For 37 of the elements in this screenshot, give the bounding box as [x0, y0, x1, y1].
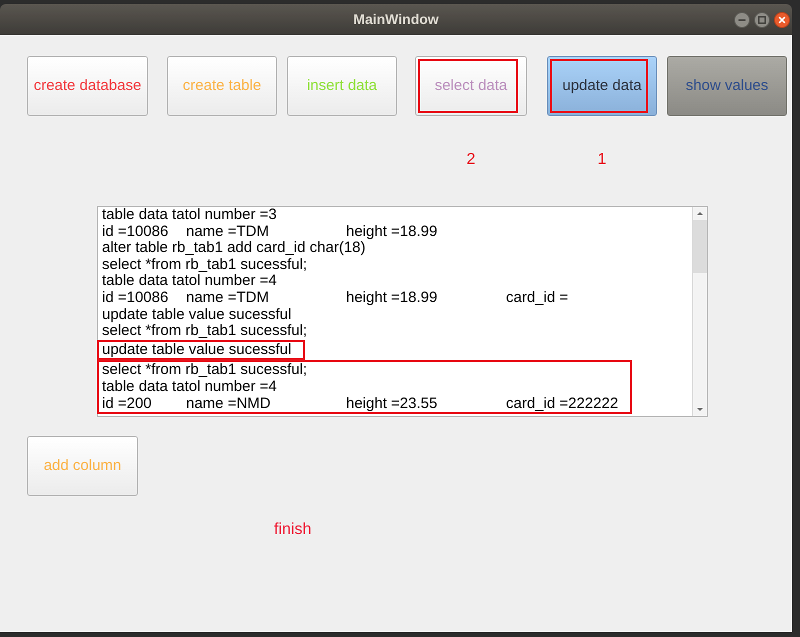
toolbar-button[interactable]: insert data	[287, 56, 397, 116]
close-icon[interactable]	[774, 12, 790, 28]
log-text: id =10086	[102, 290, 170, 307]
minimize-icon[interactable]	[734, 12, 750, 28]
log-text: table data tatol number =4	[102, 378, 277, 396]
toolbar-button[interactable]: show values	[667, 56, 787, 116]
window-title: MainWindow	[353, 10, 439, 29]
log-text: update table value sucessful	[102, 342, 292, 358]
log-text: card_id =	[506, 290, 568, 307]
toolbar-button[interactable]: create table	[167, 56, 277, 116]
scrollbar-thumb[interactable]	[693, 220, 707, 273]
log-text: select *from rb_tab1 sucessful;	[102, 256, 308, 274]
toolbar-button[interactable]: create database	[27, 56, 148, 116]
log-text: table data tatol number =3	[102, 207, 277, 224]
log-text: height =18.99	[346, 290, 438, 307]
toolbar-button[interactable]: update data	[547, 56, 657, 116]
log-text: id =200	[102, 396, 153, 412]
log-text: height =18.99	[346, 224, 438, 240]
log-text: name =NMD	[186, 396, 272, 412]
log-text: select *from rb_tab1 sucessful;	[102, 323, 308, 340]
log-text: name =TDM	[186, 290, 270, 307]
annotation-number: 1	[598, 151, 606, 169]
log-text: card_id =222222	[506, 396, 618, 412]
status-label: finish	[274, 520, 312, 540]
log-text: alter table rb_tab1 add card_id char(18)	[102, 240, 366, 257]
log-text: update table value sucessful	[102, 306, 292, 324]
add-column-button[interactable]: add column	[27, 436, 138, 496]
log-text: select *from rb_tab1 sucessful;	[102, 362, 308, 379]
log-text: name =TDM	[186, 224, 270, 240]
toolbar-button[interactable]: select data	[415, 56, 527, 116]
maximize-icon[interactable]	[754, 12, 770, 28]
log-text-area[interactable]	[97, 206, 708, 417]
annotation-number: 2	[466, 151, 476, 169]
scrollbar[interactable]	[692, 207, 707, 416]
log-text: height =23.55	[346, 396, 438, 412]
log-text: id =10086	[102, 224, 170, 240]
log-text: table data tatol number =4	[102, 273, 277, 290]
